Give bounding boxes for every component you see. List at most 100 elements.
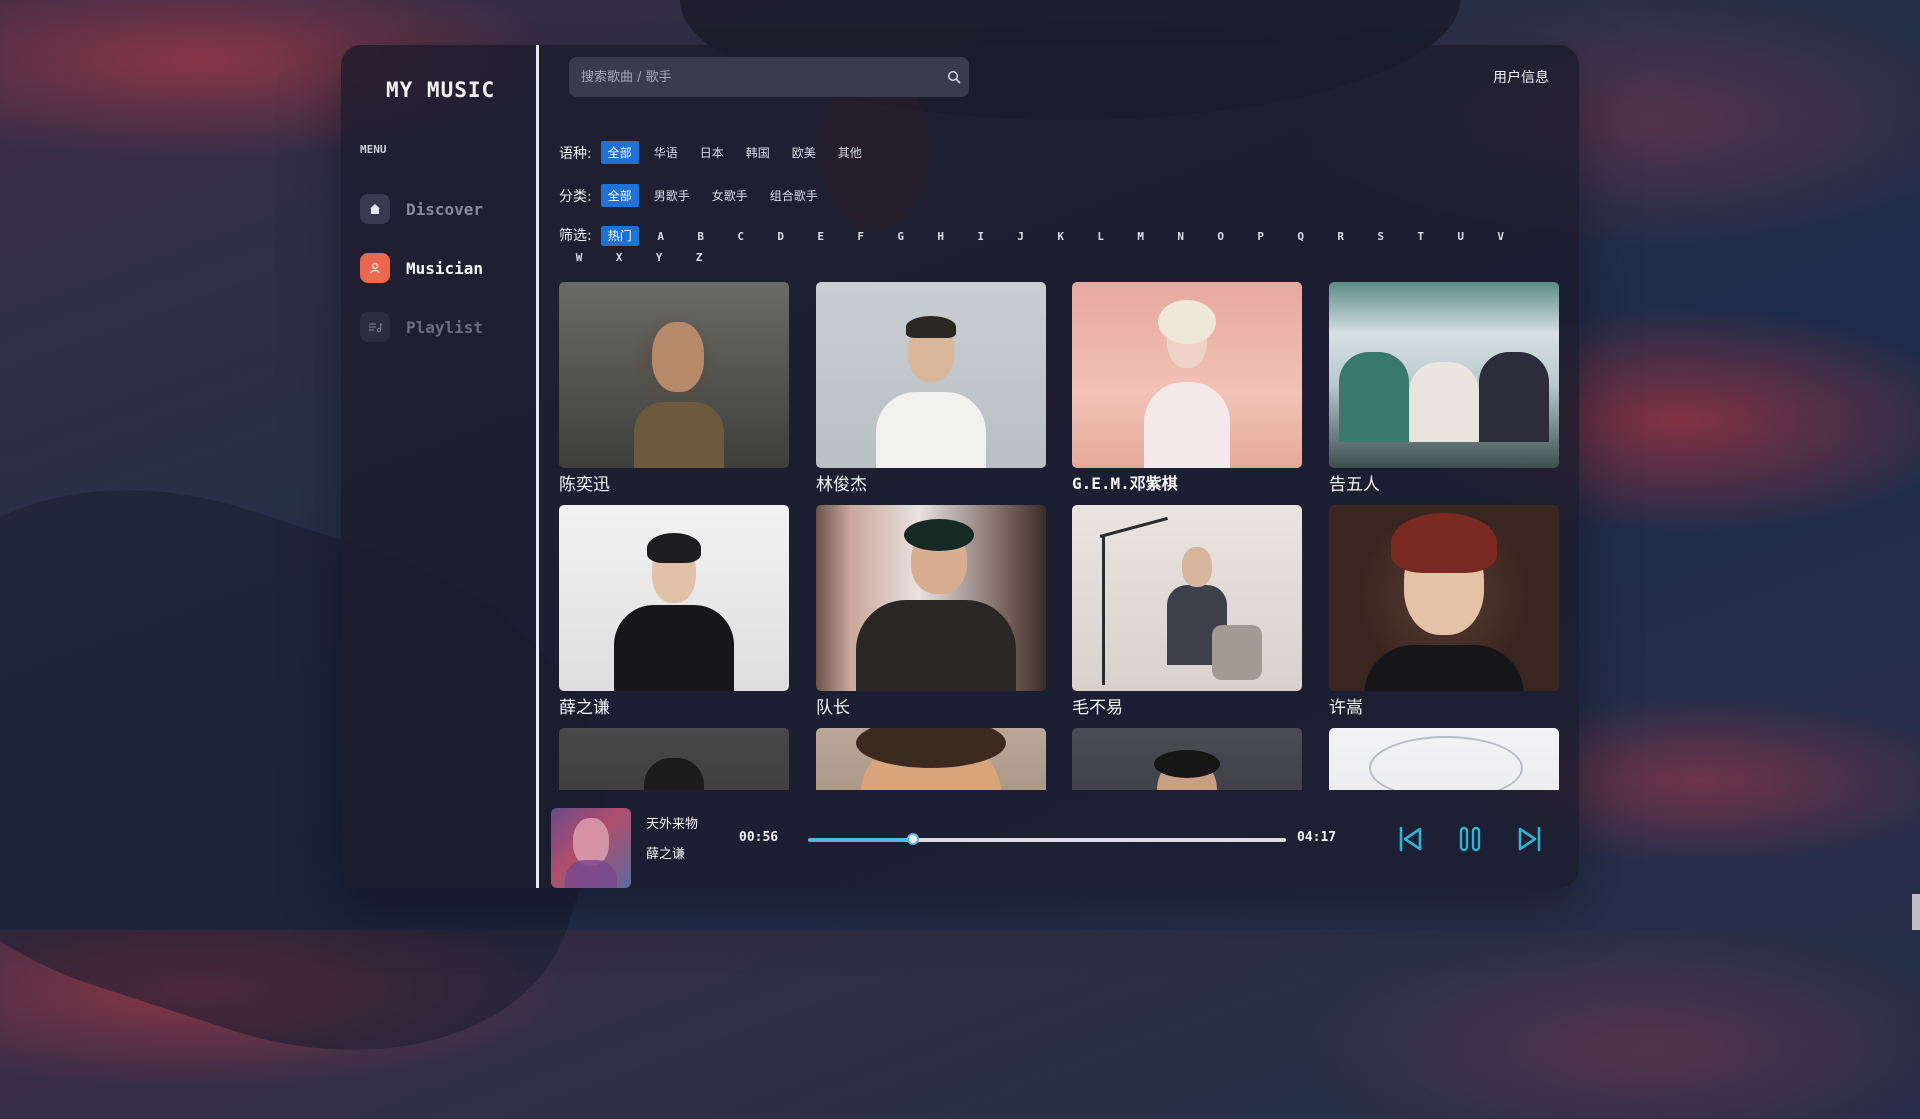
filter-letter-j[interactable]: J — [1001, 230, 1041, 243]
artist-photo — [559, 505, 789, 691]
filter-letter-t[interactable]: T — [1401, 230, 1441, 243]
album-cover[interactable] — [551, 808, 631, 888]
filter-letter-e[interactable]: E — [801, 230, 841, 243]
artist-photo — [1072, 505, 1302, 691]
filter-chip-male[interactable]: 男歌手 — [647, 184, 697, 207]
filter-letter-l[interactable]: L — [1081, 230, 1121, 243]
filter-chip-chinese[interactable]: 华语 — [647, 141, 685, 164]
filter-chip-group[interactable]: 组合歌手 — [763, 184, 825, 207]
filter-letter-s[interactable]: S — [1361, 230, 1401, 243]
filter-letter-h[interactable]: H — [921, 230, 961, 243]
current-time: 00:56 — [739, 830, 779, 845]
filter-letter-o[interactable]: O — [1201, 230, 1241, 243]
filter-letter-a[interactable]: A — [641, 230, 681, 243]
filter-label: 分类: — [559, 188, 592, 205]
artist-photo — [816, 728, 1046, 790]
filter-label: 筛选: — [559, 228, 592, 244]
user-icon — [360, 253, 390, 283]
artist-photo — [1072, 282, 1302, 468]
search-input[interactable] — [569, 68, 939, 86]
artist-name: 陈奕迅 — [559, 475, 610, 495]
filter-letter-q[interactable]: Q — [1281, 230, 1321, 243]
category-filter: 分类: 全部 男歌手 女歌手 组合歌手 — [559, 184, 833, 207]
filter-letter-d[interactable]: D — [761, 230, 801, 243]
search-icon[interactable] — [939, 70, 969, 84]
sidebar-item-discover[interactable]: Discover — [360, 193, 483, 225]
filter-letter-p[interactable]: P — [1241, 230, 1281, 243]
filter-letter-k[interactable]: K — [1041, 230, 1081, 243]
filter-letter-g[interactable]: G — [881, 230, 921, 243]
window-scrollbar[interactable] — [1912, 894, 1920, 930]
pause-button[interactable] — [1453, 822, 1487, 856]
song-title: 天外来物 — [646, 817, 699, 832]
filter-chip-female[interactable]: 女歌手 — [705, 184, 755, 207]
artist-card[interactable] — [816, 728, 1046, 790]
filter-letter-x[interactable]: X — [599, 251, 639, 264]
sidebar-divider — [536, 45, 539, 888]
filter-letter-c[interactable]: C — [721, 230, 761, 243]
sidebar-item-label: Musician — [406, 258, 484, 278]
artist-grid: 陈奕迅 林俊杰 G.E.M.邓紫棋 告五人 薛之谦 队长 毛不易 许嵩 — [559, 282, 1569, 790]
artist-card[interactable]: 林俊杰 — [816, 282, 1046, 495]
total-time: 04:17 — [1297, 830, 1337, 845]
playlist-icon — [360, 312, 390, 342]
filter-letter-z[interactable]: Z — [679, 251, 719, 264]
artist-name: 毛不易 — [1072, 698, 1123, 718]
filter-letter-r[interactable]: R — [1321, 230, 1361, 243]
next-button[interactable] — [1513, 822, 1547, 856]
artist-card[interactable] — [1329, 728, 1559, 790]
index-filter: 筛选: 热门 A B C D E F G H I J K L M N O P Q R S T U V W X Y Z — [559, 225, 1549, 265]
filter-letter-m[interactable]: M — [1121, 230, 1161, 243]
artist-card[interactable]: 告五人 — [1329, 282, 1559, 495]
filter-letter-u[interactable]: U — [1441, 230, 1481, 243]
artist-card[interactable]: 许嵩 — [1329, 505, 1559, 718]
artist-photo — [816, 282, 1046, 468]
language-filter: 语种: 全部 华语 日本 韩国 欧美 其他 — [559, 141, 877, 164]
sidebar: MY MUSIC MENU Discover Musician Playlist — [341, 45, 537, 888]
artist-card[interactable]: 毛不易 — [1072, 505, 1302, 718]
artist-photo — [816, 505, 1046, 691]
artist-card[interactable] — [1072, 728, 1302, 790]
artist-card[interactable]: 陈奕迅 — [559, 282, 789, 495]
artist-photo — [1329, 282, 1559, 468]
sidebar-item-label: Discover — [406, 199, 484, 219]
filter-letter-i[interactable]: I — [961, 230, 1001, 243]
artist-name: 许嵩 — [1329, 698, 1363, 718]
sidebar-item-musician[interactable]: Musician — [360, 252, 483, 284]
music-player: 天外来物 薛之谦 00:56 04:17 — [549, 798, 1579, 888]
previous-button[interactable] — [1393, 822, 1427, 856]
pause-icon — [1459, 826, 1481, 852]
artist-photo — [1329, 505, 1559, 691]
home-icon — [360, 194, 390, 224]
filter-chip-japan[interactable]: 日本 — [693, 141, 731, 164]
filter-chip-korea[interactable]: 韩国 — [739, 141, 777, 164]
filter-chip-other[interactable]: 其他 — [831, 141, 869, 164]
filter-chip-all[interactable]: 全部 — [600, 141, 639, 164]
filter-chip-western[interactable]: 欧美 — [785, 141, 823, 164]
user-info-link[interactable]: 用户信息 — [1493, 67, 1549, 87]
filter-letter-n[interactable]: N — [1161, 230, 1201, 243]
app-logo: MY MUSIC — [386, 78, 496, 102]
progress-handle[interactable] — [907, 833, 920, 845]
artist-photo — [559, 728, 789, 790]
filter-letter-w[interactable]: W — [559, 251, 599, 264]
artist-photo — [1072, 728, 1302, 790]
app-window: MY MUSIC M E N U Discover Musician Playlist — [341, 45, 1579, 888]
artist-name: 林俊杰 — [816, 475, 867, 495]
artist-card[interactable]: 队长 — [816, 505, 1046, 718]
artist-card[interactable]: 薛之谦 — [559, 505, 789, 718]
artist-photo — [1329, 728, 1559, 790]
sidebar-item-playlist[interactable]: Playlist — [360, 311, 483, 343]
filter-letter-v[interactable]: V — [1481, 230, 1521, 243]
artist-card[interactable]: G.E.M.邓紫棋 — [1072, 282, 1302, 494]
artist-name: 薛之谦 — [559, 698, 610, 718]
filter-chip-all[interactable]: 全部 — [600, 184, 639, 207]
filter-letter-f[interactable]: F — [841, 230, 881, 243]
song-artist: 薛之谦 — [646, 847, 686, 862]
filter-letter-y[interactable]: Y — [639, 251, 679, 264]
progress-slider[interactable] — [808, 833, 1286, 845]
filter-letter-b[interactable]: B — [681, 230, 721, 243]
search-bar — [569, 57, 969, 97]
artist-card[interactable] — [559, 728, 789, 790]
filter-chip-hot[interactable]: 热门 — [600, 226, 639, 246]
